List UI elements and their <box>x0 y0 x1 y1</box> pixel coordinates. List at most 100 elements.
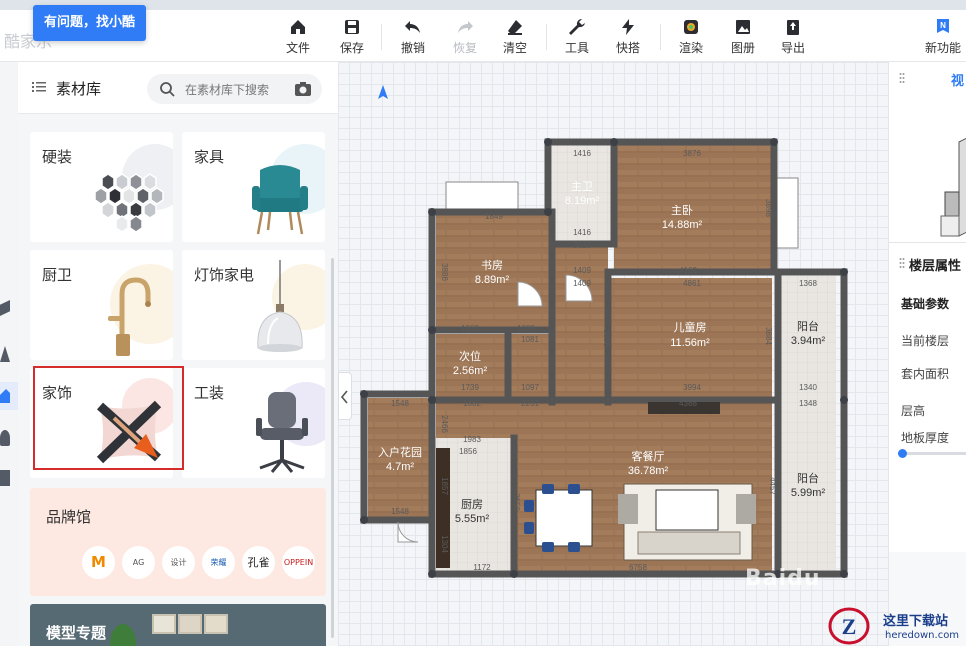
undo-button[interactable]: 撤销 <box>394 18 432 58</box>
category-label: 硬装 <box>42 148 73 166</box>
save-button[interactable]: 保存 <box>333 18 371 58</box>
armchair[interactable] <box>618 494 638 524</box>
site-logo-icon: Z <box>828 607 870 645</box>
quick-build-label: 快搭 <box>615 41 640 55</box>
new-feature-button[interactable]: N 新功能 <box>922 18 964 58</box>
armchair[interactable] <box>736 494 756 524</box>
slider-knob[interactable] <box>898 449 907 458</box>
room-master-bedroom[interactable] <box>614 144 772 270</box>
armchair-image <box>252 165 308 235</box>
view-preview[interactable]: 视 <box>889 62 966 242</box>
drag-handle-icon[interactable] <box>899 257 905 269</box>
frame-decor <box>178 614 202 634</box>
mountain-icon[interactable] <box>0 346 10 362</box>
grid-icon[interactable] <box>0 470 10 486</box>
room-name: 阳台 <box>797 471 819 485</box>
room-area: 11.56m² <box>670 337 710 349</box>
watermark-name: 这里下载站 <box>883 614 949 629</box>
wrench-icon <box>558 18 596 36</box>
room-name: 次位 <box>459 349 481 363</box>
file-menu-button[interactable]: 文件 <box>279 18 317 58</box>
render-icon <box>672 18 710 36</box>
category-card-kitchen-bath[interactable]: 厨卫 <box>30 250 173 360</box>
redo-icon <box>446 18 484 36</box>
dimension-label: 1963 <box>461 324 479 333</box>
door[interactable] <box>397 521 419 543</box>
search-icon <box>160 82 175 97</box>
search-placeholder: 在素材库下搜索 <box>185 83 270 97</box>
plant-decor <box>110 624 136 646</box>
export-button[interactable]: 导出 <box>774 18 812 58</box>
svg-text:Z: Z <box>842 614 857 639</box>
album-button[interactable]: 图册 <box>724 18 762 58</box>
room-area: 3.94m² <box>791 335 826 347</box>
category-card-hard-decor[interactable]: 硬装 <box>30 132 173 242</box>
compass-icon[interactable] <box>378 85 388 101</box>
dimension-label: 1409 <box>573 266 591 275</box>
pendant-lamp-image <box>257 260 303 352</box>
frame-decor <box>152 614 176 634</box>
toolbar-divider <box>546 24 547 50</box>
redo-label: 恢复 <box>452 41 477 55</box>
dimension-label: 1089 <box>517 324 535 333</box>
material-search-input[interactable]: 在素材库下搜索 <box>147 74 322 104</box>
brand-logo[interactable]: M <box>82 546 115 579</box>
faucet-image <box>108 277 151 356</box>
sofa[interactable] <box>637 531 741 555</box>
quick-build-button[interactable]: 快搭 <box>609 18 647 58</box>
view-tab[interactable]: 视 <box>951 70 964 89</box>
model-topic-title: 模型专题 <box>46 624 107 642</box>
room-area: 8.89m² <box>475 274 510 286</box>
floorplan[interactable]: 1416 3876 1849 1416 3616 4162 4861 1409 … <box>338 62 888 646</box>
panel-scrollbar[interactable] <box>331 258 334 638</box>
dimension-label: 3616 <box>573 241 591 250</box>
redo-button[interactable]: 恢复 <box>446 18 484 58</box>
brand-logo[interactable]: AG <box>122 546 155 579</box>
brand-logo[interactable]: 设计 <box>162 546 195 579</box>
brand-hall-title: 品牌馆 <box>46 508 92 526</box>
room-name: 阳台 <box>797 319 819 333</box>
home-icon <box>0 389 10 403</box>
user-icon[interactable] <box>0 430 10 446</box>
file-label: 文件 <box>285 41 310 55</box>
camera-icon[interactable] <box>294 80 312 98</box>
drag-handle-icon[interactable] <box>899 72 905 84</box>
export-icon <box>774 18 812 36</box>
dining-table[interactable] <box>535 489 593 547</box>
room-name: 主卫 <box>571 180 593 193</box>
coffee-table[interactable] <box>655 489 719 531</box>
cube-icon[interactable] <box>0 300 10 316</box>
floor-thickness-slider[interactable] <box>898 449 966 458</box>
category-card-commercial[interactable]: 工装 <box>182 368 325 478</box>
brand-logo[interactable]: 孔雀 <box>242 546 275 579</box>
clear-label: 清空 <box>502 41 527 55</box>
current-floor-label: 当前楼层 <box>901 334 950 348</box>
brand-logo[interactable]: 荣耀 <box>202 546 235 579</box>
category-label: 灯饰家电 <box>194 266 255 284</box>
lightning-icon <box>609 18 647 36</box>
corridor-floor[interactable] <box>436 398 772 438</box>
category-card-furniture[interactable]: 家具 <box>182 132 325 242</box>
office-chair-image <box>256 392 308 473</box>
category-card-lighting[interactable]: 灯饰家电 <box>182 250 325 360</box>
basic-params-label: 基础参数 <box>901 297 950 311</box>
dimension-label: 1348 <box>799 399 817 408</box>
rail-item-active[interactable] <box>0 382 18 410</box>
render-button[interactable]: 渲染 <box>672 18 710 58</box>
brand-hall-card[interactable]: 品牌馆 M AG 设计 荣耀 孔雀 OPPEIN <box>30 488 326 596</box>
dimension-label: 3994 <box>683 383 701 392</box>
brand-logo[interactable]: OPPEIN <box>282 546 315 579</box>
panel-collapse-button[interactable] <box>338 372 352 420</box>
dimension-label: 1882 <box>463 399 481 408</box>
left-icon-rail <box>0 62 18 646</box>
room-3d-thumbnail <box>940 137 966 237</box>
help-bubble[interactable]: 有问题，找小酷 <box>33 5 146 41</box>
clear-button[interactable]: 清空 <box>496 18 534 58</box>
tools-button[interactable]: 工具 <box>558 18 596 58</box>
category-label: 家具 <box>194 148 225 166</box>
model-topic-card[interactable]: 模型专题 <box>30 604 326 646</box>
dimension-label: 6758 <box>629 563 647 572</box>
material-library-title: 素材库 <box>56 80 102 98</box>
dimension-label: 1368 <box>799 279 817 288</box>
floorplan-canvas[interactable]: 1416 3876 1849 1416 3616 4162 4861 1409 … <box>338 62 888 646</box>
